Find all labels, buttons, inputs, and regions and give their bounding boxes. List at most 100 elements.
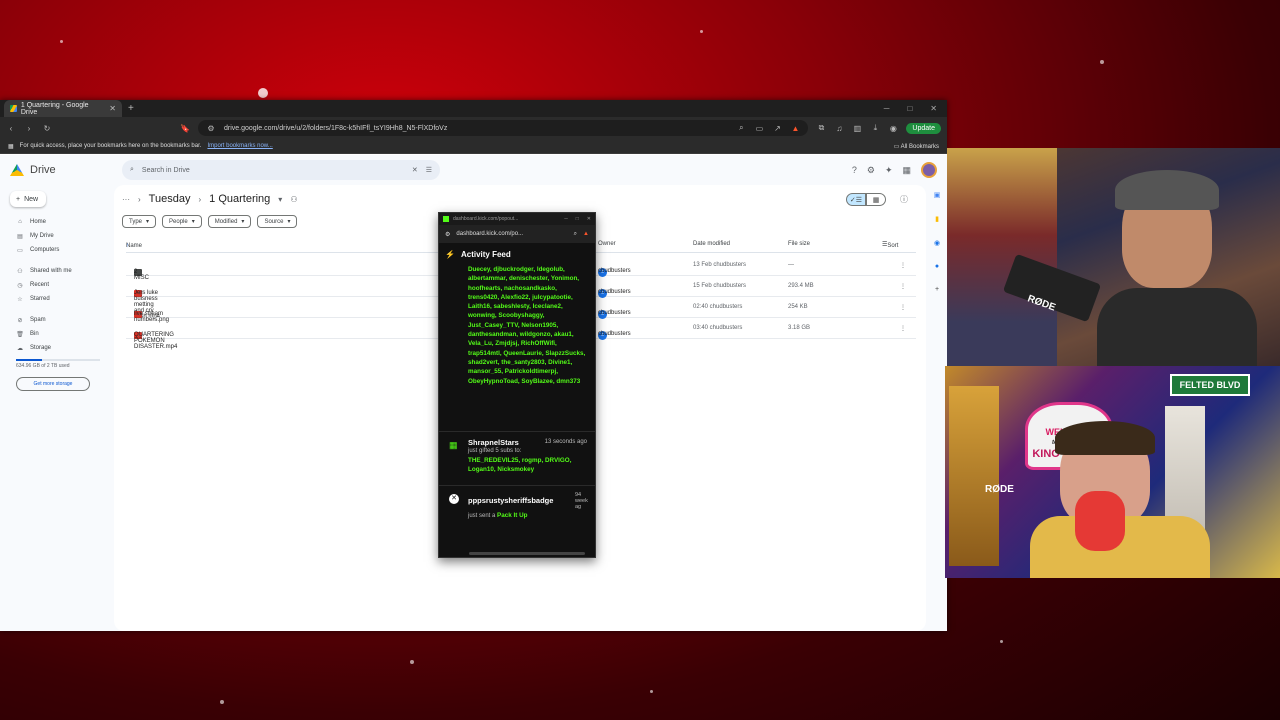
chevron-down-icon[interactable]: ▾ — [278, 195, 282, 204]
keep-icon[interactable]: ▮ — [935, 215, 939, 223]
close-window-icon[interactable]: ✕ — [587, 216, 591, 222]
clear-search-icon[interactable]: ✕ — [412, 166, 418, 174]
sidebar-item-my-drive[interactable]: ▤ My Drive — [0, 229, 112, 243]
more-actions-icon[interactable]: ⋮ — [900, 325, 906, 332]
event-username[interactable]: pppsrustysheriffsbadge — [468, 492, 587, 505]
more-actions-icon[interactable]: ⋮ — [900, 262, 906, 269]
all-bookmarks-button[interactable]: ▭ All Bookmarks — [894, 143, 939, 150]
more-actions-icon[interactable]: ⋮ — [900, 283, 906, 290]
search-input[interactable]: ⌕ Search in Drive ✕ ☰ — [122, 160, 440, 180]
filter-chips: Type ▾ People ▾ Modified ▾ Source ▾ — [122, 215, 298, 228]
tasks-icon[interactable]: ◉ — [934, 239, 940, 247]
breadcrumb-current[interactable]: 1 Quartering — [209, 193, 270, 205]
get-more-storage-button[interactable]: Get more storage — [16, 377, 90, 391]
sidebar-item-starred[interactable]: ☆ Starred — [0, 292, 112, 306]
more-actions-icon[interactable]: ⋮ — [900, 304, 906, 311]
people-icon: ⚇ — [17, 268, 23, 275]
apps-icon[interactable]: ▦ — [8, 143, 14, 150]
shared-icon: ⚇ — [138, 291, 144, 297]
site-info-icon[interactable]: ⚙ — [206, 124, 216, 133]
maximize-icon[interactable]: □ — [907, 104, 912, 113]
forward-icon[interactable]: › — [24, 124, 34, 133]
filter-type[interactable]: Type ▾ — [122, 215, 157, 228]
sidebar-item-label: Bin — [30, 331, 39, 337]
column-size[interactable]: File size — [788, 241, 810, 247]
sidebar-item-storage[interactable]: ☁ Storage — [0, 341, 112, 355]
extension-icon[interactable]: ⧉ — [816, 123, 826, 133]
zoom-icon[interactable]: ⌕ — [736, 123, 746, 133]
window-controls: ─ □ ✕ — [884, 104, 947, 113]
sidepanel-icon[interactable]: ▥ — [852, 124, 862, 133]
sort-button[interactable]: ☰ Sort — [882, 241, 898, 249]
new-tab-icon[interactable]: + — [128, 103, 134, 114]
search-icon: ⌕ — [130, 166, 134, 173]
breadcrumb-parent[interactable]: Tuesday — [149, 193, 191, 205]
minimize-icon[interactable]: ─ — [564, 216, 568, 222]
media-icon[interactable]: ♫ — [834, 124, 844, 133]
help-icon[interactable]: ? — [852, 165, 857, 175]
info-icon[interactable]: ⓘ — [900, 194, 908, 205]
grid-view-icon[interactable]: ▦ — [866, 193, 886, 206]
maximize-icon[interactable]: □ — [576, 216, 579, 222]
new-button[interactable]: + New — [10, 191, 46, 207]
minimize-icon[interactable]: ─ — [884, 104, 890, 113]
close-window-icon[interactable]: ✕ — [930, 104, 937, 113]
add-addon-icon[interactable]: + — [935, 286, 939, 293]
modified-cell: 03:40 chudbusters — [693, 325, 743, 331]
zoom-icon[interactable]: ⌕ — [574, 231, 577, 238]
drive-logo[interactable]: Drive — [10, 164, 122, 176]
calendar-icon[interactable]: ▣ — [934, 191, 941, 199]
feed-scrollbar[interactable] — [469, 552, 585, 555]
activity-feed-title: Activity Feed — [460, 249, 511, 259]
profile-icon[interactable]: ◉ — [888, 124, 898, 133]
column-modified[interactable]: Date modified — [693, 241, 730, 247]
site-info-icon[interactable]: ⚙ — [445, 231, 450, 238]
avatar[interactable] — [921, 162, 937, 178]
gemini-sparkle-icon[interactable]: ✦ — [885, 165, 893, 176]
import-bookmarks-link[interactable]: Import bookmarks now... — [207, 143, 272, 149]
settings-gear-icon[interactable]: ⚙ — [867, 165, 875, 176]
tab-bar: 1 Quartering - Google Drive ✕ + ─ □ ✕ — [0, 100, 947, 117]
close-tab-icon[interactable]: ✕ — [109, 104, 116, 113]
kick-activity-popout: dashboard.kick.com/popout... ─ □ ✕ ⚙ das… — [438, 212, 596, 558]
bookmark-star-icon[interactable]: 🔖 — [180, 124, 190, 133]
extension-brave-icon[interactable]: ▲ — [583, 231, 589, 237]
search-options-icon[interactable]: ☰ — [426, 166, 432, 174]
sidebar-item-label: Shared with me — [30, 268, 72, 274]
filter-source[interactable]: Source ▾ — [257, 215, 298, 228]
modified-cell: 02:40 chudbusters — [693, 304, 743, 310]
downloads-icon[interactable]: ⤓ — [870, 123, 880, 133]
contacts-icon[interactable]: ● — [935, 263, 939, 270]
sort-label: Sort — [887, 243, 899, 249]
sparkle — [650, 690, 653, 693]
apps-grid-icon[interactable]: ▦ — [902, 165, 911, 176]
more-path-icon[interactable]: ··· — [122, 195, 130, 204]
address-bar[interactable]: ⚙ drive.google.com/drive/u/2/folders/1F8… — [198, 120, 809, 136]
extension-brave-icon[interactable]: ▲ — [790, 124, 800, 133]
pharaoh-statue — [949, 386, 999, 566]
popout-titlebar: dashboard.kick.com/popout... ─ □ ✕ — [439, 213, 595, 225]
list-view-icon[interactable]: ✓☰ — [846, 193, 866, 206]
lightning-icon: ⚡ — [445, 249, 455, 259]
filter-modified[interactable]: Modified ▾ — [207, 215, 252, 228]
streamer-cap — [1115, 170, 1219, 210]
bookmarks-bar: ▦ For quick access, place your bookmarks… — [0, 139, 947, 154]
url-text: drive.google.com/drive/u/2/folders/1F8c-… — [224, 124, 448, 132]
cloud-icon: ☁ — [17, 345, 23, 352]
back-icon[interactable]: ‹ — [6, 124, 16, 133]
reload-icon[interactable]: ↻ — [42, 124, 52, 133]
popout-address-bar[interactable]: ⚙ dashboard.kick.com/po... ⌕ ▲ — [439, 225, 595, 243]
sidebar-item-spam[interactable]: ⊘ Spam — [0, 313, 112, 327]
filter-people[interactable]: People ▾ — [162, 215, 202, 228]
sidebar-item-recent[interactable]: ◷ Recent — [0, 278, 112, 292]
popout-window-controls: ─ □ ✕ — [564, 216, 591, 222]
sidebar-item-bin[interactable]: 🗑 Bin — [0, 327, 112, 341]
tab-google-drive[interactable]: 1 Quartering - Google Drive ✕ — [4, 100, 122, 117]
cast-icon[interactable]: ▭ — [754, 124, 764, 133]
share-icon[interactable]: ↗ — [772, 124, 782, 133]
update-button[interactable]: Update — [906, 122, 941, 134]
sidebar-item-computers[interactable]: ▭ Computers — [0, 243, 112, 257]
sidebar-item-home[interactable]: ⌂ Home — [0, 215, 112, 229]
header-actions: ? ⚙ ✦ ▦ — [852, 162, 937, 178]
sidebar-item-shared[interactable]: ⚇ Shared with me — [0, 264, 112, 278]
